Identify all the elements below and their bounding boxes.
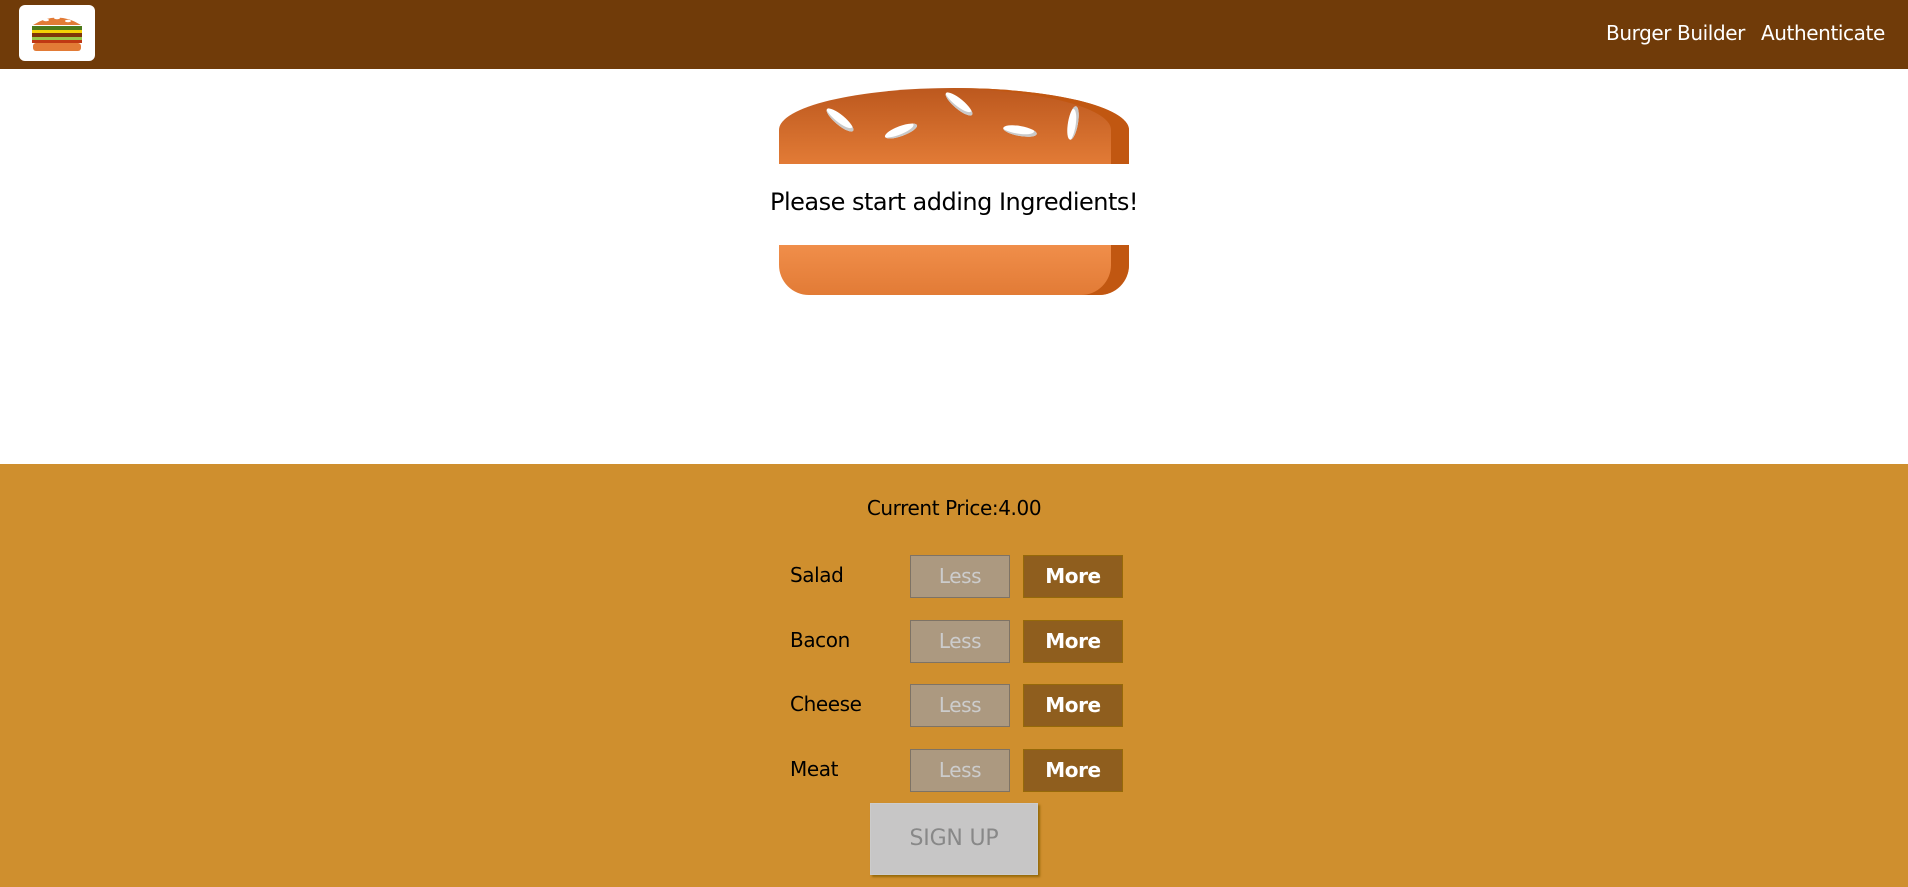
control-row-cheese: Cheese Less More [790, 684, 1130, 728]
less-bacon-button[interactable]: Less [910, 620, 1010, 663]
control-row-salad: Salad Less More [790, 555, 1130, 599]
control-label-cheese: Cheese [790, 692, 862, 716]
build-controls: Current Price:4.00 Salad Less More Bacon… [0, 464, 1908, 887]
current-price: Current Price:4.00 [0, 496, 1908, 520]
control-label-bacon: Bacon [790, 628, 850, 652]
seed [883, 120, 919, 142]
less-meat-button[interactable]: Less [910, 749, 1010, 792]
control-row-bacon: Bacon Less More [790, 620, 1130, 664]
control-row-meat: Meat Less More [790, 749, 1130, 793]
toolbar: Burger Builder Authenticate [0, 0, 1908, 69]
price-value: 4.00 [998, 496, 1042, 520]
bread-bottom [779, 245, 1129, 295]
seed [1065, 105, 1081, 141]
burger-logo-icon [32, 16, 82, 51]
seed [823, 105, 857, 135]
burger-logo[interactable] [19, 5, 95, 61]
control-label-salad: Salad [790, 563, 844, 587]
sign-up-button[interactable]: SIGN UP [870, 803, 1038, 875]
more-cheese-button[interactable]: More [1023, 684, 1123, 727]
price-label: Current Price: [866, 496, 999, 520]
more-bacon-button[interactable]: More [1023, 620, 1123, 663]
bread-top [779, 88, 1129, 164]
nav-link-burger-builder[interactable]: Burger Builder [1606, 18, 1745, 48]
control-label-meat: Meat [790, 757, 839, 781]
seed [942, 89, 976, 119]
more-salad-button[interactable]: More [1023, 555, 1123, 598]
empty-burger-message: Please start adding Ingredients! [770, 188, 1139, 216]
more-meat-button[interactable]: More [1023, 749, 1123, 792]
less-cheese-button[interactable]: Less [910, 684, 1010, 727]
nav-link-authenticate[interactable]: Authenticate [1761, 18, 1885, 48]
seed [1002, 123, 1038, 139]
less-salad-button[interactable]: Less [910, 555, 1010, 598]
